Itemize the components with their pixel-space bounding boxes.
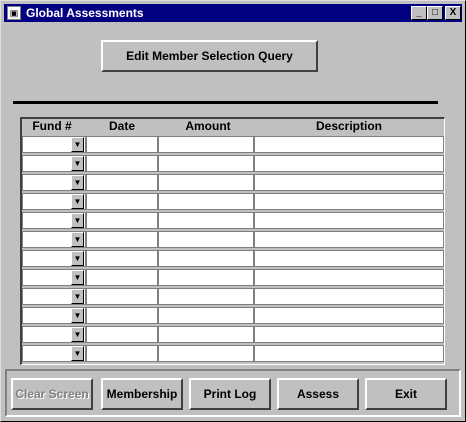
- column-header-date: Date: [108, 119, 135, 133]
- chevron-down-icon[interactable]: ▼: [71, 213, 84, 228]
- table-row: ▼: [22, 287, 444, 305]
- assessments-grid: Fund # Date Amount Description ▼ ▼ ▼ ▼ ▼ ▼ ▼ ▼ ▼…: [20, 117, 445, 365]
- separator-line: [13, 101, 438, 104]
- amount-cell[interactable]: [158, 307, 254, 324]
- description-cell[interactable]: [254, 174, 444, 191]
- amount-cell[interactable]: [158, 193, 254, 210]
- date-cell[interactable]: [86, 193, 158, 210]
- table-row: ▼: [22, 344, 444, 362]
- date-cell[interactable]: [86, 307, 158, 324]
- close-button[interactable]: X: [445, 6, 461, 20]
- global-assessments-window: ▣ Global Assessments _ □ X Edit Member S…: [0, 0, 466, 422]
- description-cell[interactable]: [254, 193, 444, 210]
- minimize-button[interactable]: _: [411, 6, 427, 20]
- membership-button[interactable]: Membership: [101, 378, 183, 410]
- table-row: ▼: [22, 230, 444, 248]
- assess-button[interactable]: Assess: [277, 378, 359, 410]
- chevron-down-icon[interactable]: ▼: [71, 289, 84, 304]
- amount-cell[interactable]: [158, 269, 254, 286]
- date-cell[interactable]: [86, 345, 158, 362]
- maximize-button[interactable]: □: [427, 6, 443, 20]
- table-row: ▼: [22, 154, 444, 172]
- column-header-amount: Amount: [185, 119, 231, 133]
- clear-screen-button[interactable]: Clear Screen: [11, 378, 93, 410]
- amount-cell[interactable]: [158, 155, 254, 172]
- chevron-down-icon[interactable]: ▼: [71, 137, 84, 152]
- date-cell[interactable]: [86, 212, 158, 229]
- amount-cell[interactable]: [158, 212, 254, 229]
- chevron-down-icon[interactable]: ▼: [71, 327, 84, 342]
- date-cell[interactable]: [86, 288, 158, 305]
- print-log-button[interactable]: Print Log: [189, 378, 271, 410]
- description-cell[interactable]: [254, 155, 444, 172]
- date-cell[interactable]: [86, 174, 158, 191]
- edit-member-selection-query-button[interactable]: Edit Member Selection Query: [101, 40, 318, 72]
- title-bar[interactable]: ▣ Global Assessments _ □ X: [4, 4, 462, 22]
- description-cell[interactable]: [254, 269, 444, 286]
- description-cell[interactable]: [254, 345, 444, 362]
- table-row: ▼: [22, 211, 444, 229]
- description-cell[interactable]: [254, 136, 444, 153]
- amount-cell[interactable]: [158, 250, 254, 267]
- table-row: ▼: [22, 249, 444, 267]
- chevron-down-icon[interactable]: ▼: [71, 270, 84, 285]
- column-header-fund: Fund #: [32, 119, 72, 133]
- date-cell[interactable]: [86, 155, 158, 172]
- table-row: ▼: [22, 192, 444, 210]
- description-cell[interactable]: [254, 250, 444, 267]
- table-row: ▼: [22, 306, 444, 324]
- date-cell[interactable]: [86, 326, 158, 343]
- description-cell[interactable]: [254, 212, 444, 229]
- table-row: ▼: [22, 135, 444, 153]
- chevron-down-icon[interactable]: ▼: [71, 175, 84, 190]
- chevron-down-icon[interactable]: ▼: [71, 251, 84, 266]
- description-cell[interactable]: [254, 231, 444, 248]
- app-icon[interactable]: ▣: [7, 6, 21, 20]
- chevron-down-icon[interactable]: ▼: [71, 156, 84, 171]
- amount-cell[interactable]: [158, 231, 254, 248]
- date-cell[interactable]: [86, 136, 158, 153]
- date-cell[interactable]: [86, 231, 158, 248]
- amount-cell[interactable]: [158, 288, 254, 305]
- description-cell[interactable]: [254, 288, 444, 305]
- date-cell[interactable]: [86, 269, 158, 286]
- chevron-down-icon[interactable]: ▼: [71, 308, 84, 323]
- table-row: ▼: [22, 325, 444, 343]
- amount-cell[interactable]: [158, 345, 254, 362]
- amount-cell[interactable]: [158, 174, 254, 191]
- table-row: ▼: [22, 173, 444, 191]
- exit-button[interactable]: Exit: [365, 378, 447, 410]
- window-title: Global Assessments: [26, 6, 144, 20]
- description-cell[interactable]: [254, 307, 444, 324]
- chevron-down-icon[interactable]: ▼: [71, 232, 84, 247]
- date-cell[interactable]: [86, 250, 158, 267]
- chevron-down-icon[interactable]: ▼: [71, 346, 84, 361]
- table-row: ▼: [22, 268, 444, 286]
- amount-cell[interactable]: [158, 136, 254, 153]
- chevron-down-icon[interactable]: ▼: [71, 194, 84, 209]
- description-cell[interactable]: [254, 326, 444, 343]
- amount-cell[interactable]: [158, 326, 254, 343]
- column-header-description: Description: [315, 119, 382, 133]
